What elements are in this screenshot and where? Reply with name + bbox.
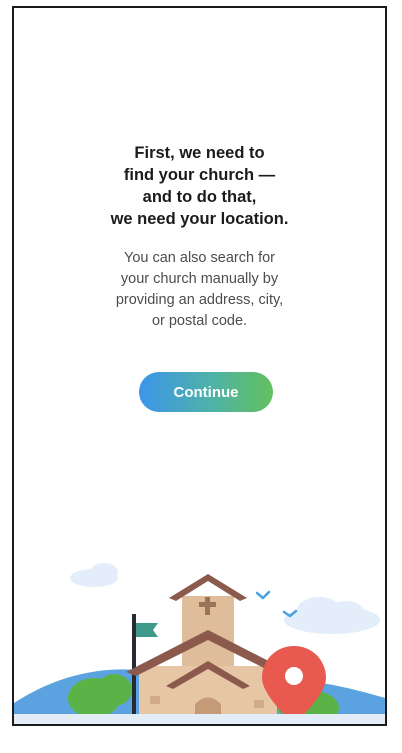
ground	[14, 714, 385, 724]
bird-icon	[255, 590, 271, 600]
description-line: your church manually by	[120, 271, 279, 287]
description-text: You can also search for your church manu…	[14, 248, 385, 332]
heading-line: find your church —	[123, 166, 276, 184]
heading-line: and to do that,	[142, 188, 257, 206]
description-line: You can also search for	[123, 250, 275, 266]
page-heading: First, we need to find your church — and…	[14, 142, 385, 230]
cloud-icon	[70, 563, 118, 587]
description-line: providing an address, city,	[115, 292, 284, 308]
cloud-icon	[284, 597, 380, 634]
continue-button[interactable]: Continue	[139, 372, 273, 412]
screen: First, we need to find your church — and…	[12, 6, 387, 726]
description-line: or postal code.	[151, 313, 248, 329]
heading-line: we need your location.	[110, 210, 289, 228]
church-illustration	[14, 563, 385, 724]
heading-line: First, we need to	[134, 144, 265, 162]
